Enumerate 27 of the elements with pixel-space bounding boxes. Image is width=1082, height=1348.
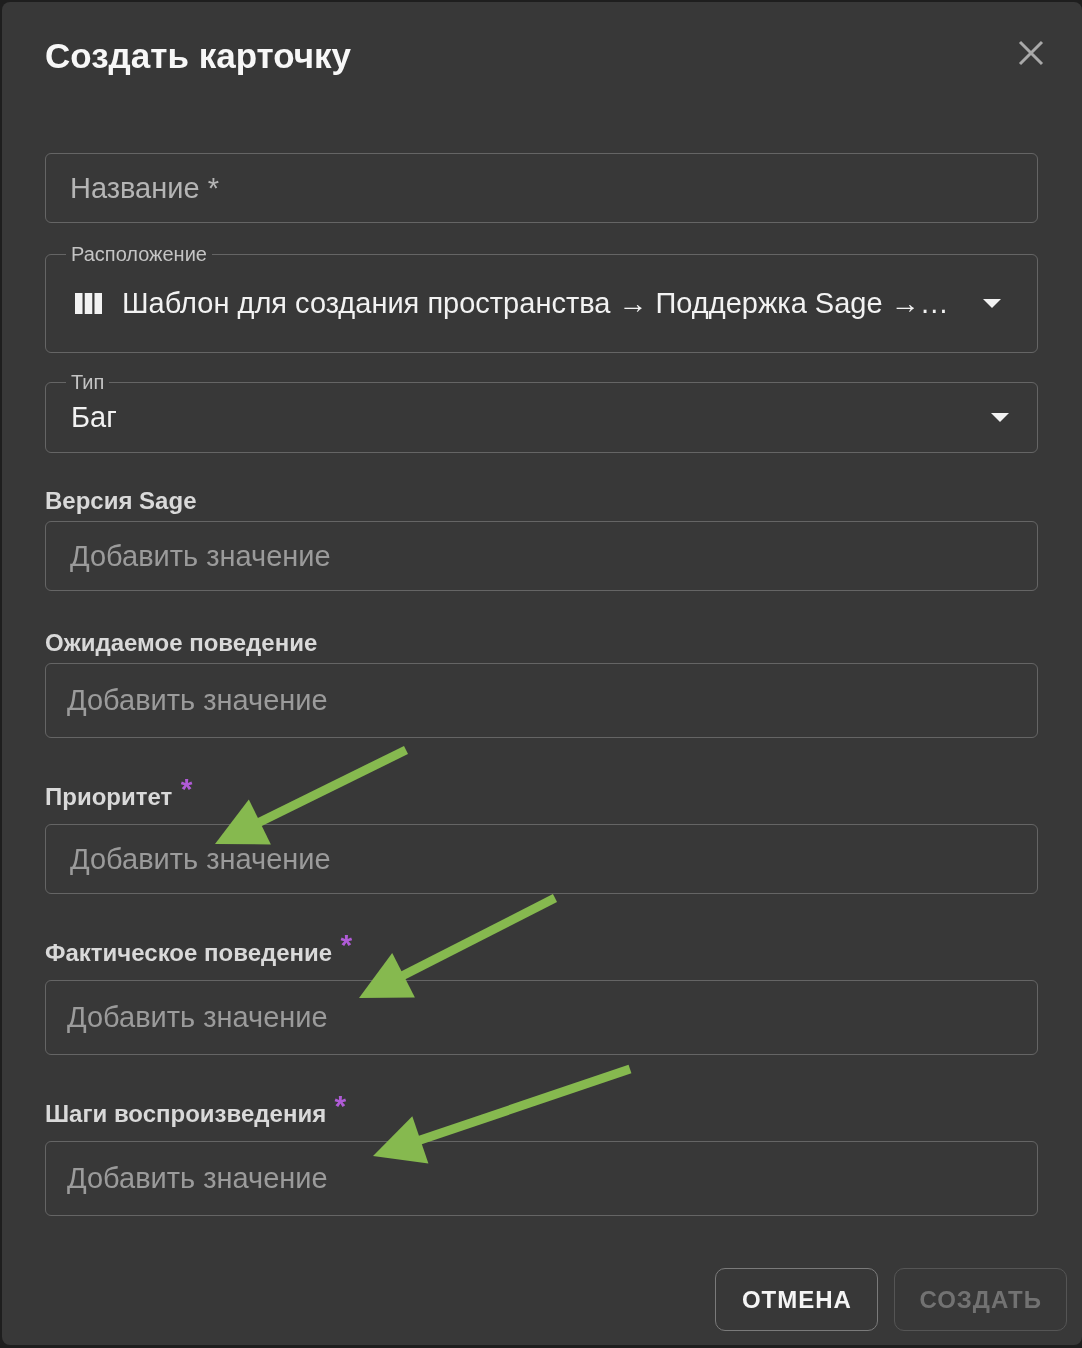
caret-icon	[983, 298, 1001, 308]
caret-icon	[991, 412, 1009, 422]
text-area-field[interactable]: Добавить значение	[45, 1141, 1038, 1216]
select-value: Баг	[71, 400, 118, 435]
cancel-button[interactable]: ОТМЕНА	[715, 1268, 879, 1331]
input-field[interactable]: Добавить значение	[45, 521, 1038, 591]
text-area-field[interactable]: Добавить значение	[45, 663, 1038, 738]
field-label: Шаги воспроизведения	[45, 1100, 327, 1127]
required-asterisk: *	[334, 1089, 347, 1122]
type-select[interactable]: Тип Баг	[45, 372, 1038, 453]
floating-label: Расположение	[70, 244, 208, 264]
close-icon	[1018, 40, 1044, 66]
floating-label: Тип	[70, 372, 106, 392]
field-label: Версия Sage	[45, 487, 197, 514]
dialog-title: Создать карточку	[45, 36, 352, 76]
required-asterisk: *	[340, 928, 353, 961]
select-value: Шаблон для создания пространства → Поддержка Sage →…	[122, 286, 950, 321]
columns-icon	[75, 292, 102, 314]
field-label: Приоритет	[45, 783, 173, 810]
field-label: Фактическое поведение	[45, 939, 333, 966]
location-select[interactable]: Расположение Шаблон для создания пространства → Поддержка Sage →…	[45, 244, 1038, 353]
text-area-field[interactable]: Добавить значение	[45, 980, 1038, 1055]
name-input-field[interactable]: Название *	[45, 153, 1038, 223]
close-button[interactable]	[1018, 40, 1044, 66]
required-asterisk: *	[180, 772, 193, 805]
field-label: Ожидаемое поведение	[45, 629, 318, 656]
input-field[interactable]: Добавить значение	[45, 824, 1038, 894]
